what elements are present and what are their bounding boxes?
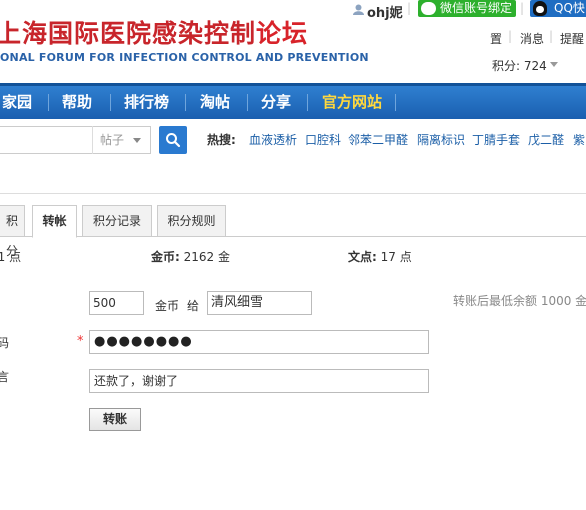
main-nav: 家园 帮助 排行榜 淘帖 分享 官方网站 <box>0 83 586 119</box>
divider: | <box>508 29 513 43</box>
nav-divider <box>395 94 396 111</box>
hot-search-link[interactable]: 邻苯二甲醛 <box>348 131 408 148</box>
amount-input[interactable]: 500 <box>89 291 144 315</box>
hot-search-link[interactable]: 口腔科 <box>305 131 341 148</box>
nav-item-help[interactable]: 帮助 <box>62 86 92 119</box>
site-title-accent: 论坛 <box>256 19 309 48</box>
divider: | <box>407 1 412 15</box>
divider: | <box>549 29 554 43</box>
nav-item-share[interactable]: 分享 <box>261 86 291 119</box>
stat-value: 2162 金 <box>183 250 230 264</box>
tab-points-rules[interactable]: 积分规则 <box>157 205 226 237</box>
stat-gold: 金币: 2162 金 <box>151 248 230 265</box>
stat-label: 金币: <box>151 250 180 264</box>
stat-value: 17 点 <box>380 250 412 264</box>
divider: | <box>520 1 525 15</box>
qq-login-button[interactable]: QQ快 <box>530 0 586 17</box>
user-icon <box>353 4 364 15</box>
required-mark: * <box>77 334 84 349</box>
section-divider <box>0 193 586 194</box>
hot-search-label: 热搜: <box>207 133 236 147</box>
nav-divider <box>110 94 111 111</box>
site-subtitle: ONAL FORUM FOR INFECTION CONTROL AND PRE… <box>0 51 369 64</box>
chevron-down-icon[interactable] <box>133 138 141 143</box>
nav-divider <box>185 94 186 111</box>
qq-penguin-icon <box>533 1 547 16</box>
wechat-bind-button[interactable]: 微信账号绑定 <box>418 0 517 17</box>
tab-points-log[interactable]: 积分记录 <box>82 205 152 237</box>
hot-search-link[interactable]: 紫 <box>573 131 585 148</box>
search-icon <box>166 133 181 148</box>
hot-search-link[interactable]: 戊二醛 <box>528 131 564 148</box>
username-link[interactable]: ohj妮 <box>367 2 403 21</box>
search-type-select[interactable]: 帖子 <box>92 126 151 154</box>
site-title-main: 上海国际医院感染控制 <box>0 19 257 48</box>
hot-search-link[interactable]: 血液透析 <box>249 131 297 148</box>
points-menu[interactable]: 积分: 724 <box>492 57 547 74</box>
nav-item-official-site[interactable]: 官方网站 <box>322 86 382 119</box>
transfer-button[interactable]: 转账 <box>89 408 141 431</box>
stat-value: 51 点 <box>0 250 22 264</box>
recipient-input[interactable]: 清风细雪 <box>207 291 312 315</box>
wechat-bind-label: 微信账号绑定 <box>440 1 513 15</box>
min-balance-note: 转账后最低余额 1000 金 <box>453 294 586 308</box>
nav-divider <box>307 94 308 111</box>
message-label: 言 <box>0 370 10 384</box>
qq-label: QQ快 <box>554 1 585 15</box>
hot-search-link[interactable]: 隔离标识 <box>417 131 465 148</box>
to-label: 给 <box>187 299 200 313</box>
stat-points: 51 点 <box>0 248 21 265</box>
stat-label: 文点: <box>348 250 377 264</box>
search-button[interactable] <box>159 126 187 154</box>
password-input[interactable]: ●●●●●●●● <box>89 330 429 354</box>
remind-link[interactable]: 提醒 <box>560 30 584 47</box>
coin-unit-label: 金币 <box>155 299 180 313</box>
stat-wendian: 文点: 17 点 <box>348 248 412 265</box>
nav-divider <box>48 94 49 111</box>
nav-item-ranking[interactable]: 排行榜 <box>124 86 169 119</box>
wechat-icon <box>421 2 436 15</box>
message-input[interactable]: 还款了，谢谢了 <box>89 369 429 393</box>
nav-item-home[interactable]: 家园 <box>2 86 32 119</box>
nav-item-collections[interactable]: 淘帖 <box>200 86 230 119</box>
site-title[interactable]: 上海国际医院感染控制论坛 <box>0 14 308 50</box>
caret-down-icon[interactable] <box>550 62 558 67</box>
tab-points[interactable]: 积分 <box>0 205 25 258</box>
nav-divider <box>247 94 248 111</box>
hot-search-link[interactable]: 丁腈手套 <box>472 131 520 148</box>
settings-link[interactable]: 置 <box>490 30 502 47</box>
tab-transfer[interactable]: 转帐 <box>32 205 77 238</box>
password-label: 码 <box>0 336 10 350</box>
messages-link[interactable]: 消息 <box>520 30 544 47</box>
